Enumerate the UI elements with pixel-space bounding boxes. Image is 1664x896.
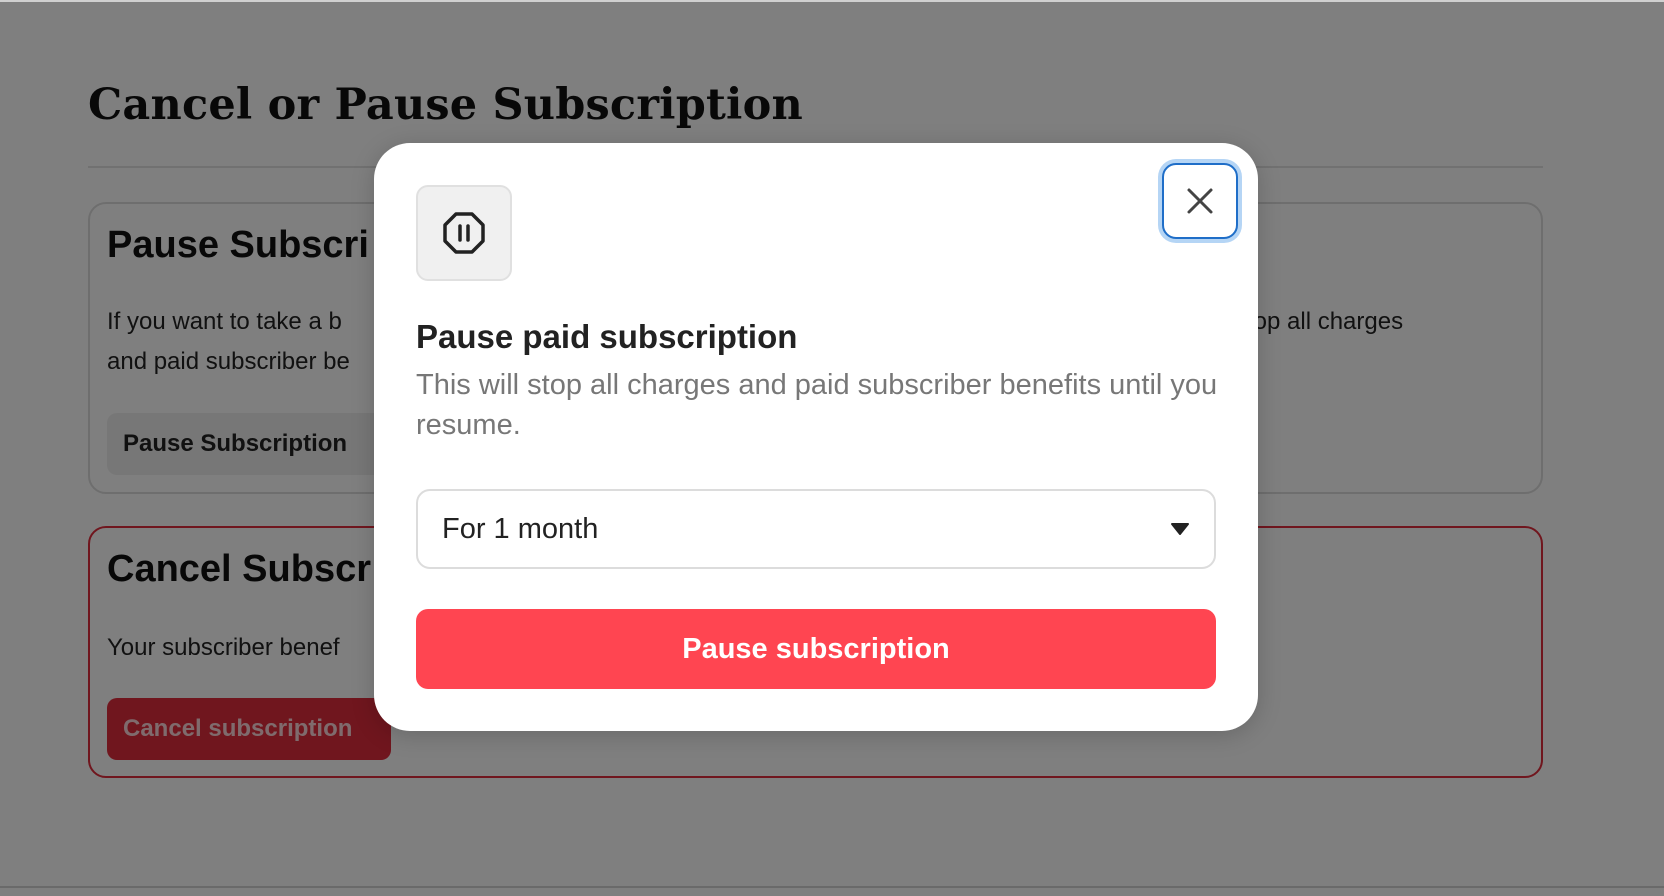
pause-duration-select[interactable]: For 1 month — [416, 489, 1216, 569]
page: Cancel or Pause Subscription Pause Subsc… — [0, 0, 1664, 896]
pause-octagon-glyph — [443, 212, 485, 254]
bottom-divider — [0, 886, 1664, 888]
confirm-pause-button[interactable]: Pause subscription — [416, 609, 1216, 689]
modal-title: Pause paid subscription — [416, 318, 798, 355]
close-icon — [1187, 188, 1213, 214]
modal-description: This will stop all charges and paid subs… — [416, 369, 1218, 441]
pause-duration-value: For 1 month — [442, 512, 599, 545]
close-button[interactable] — [1162, 163, 1238, 239]
caret-down-icon — [1171, 523, 1189, 535]
pause-octagon-icon — [416, 185, 512, 281]
pause-subscription-modal: Pause paid subscription This will stop a… — [374, 143, 1258, 731]
